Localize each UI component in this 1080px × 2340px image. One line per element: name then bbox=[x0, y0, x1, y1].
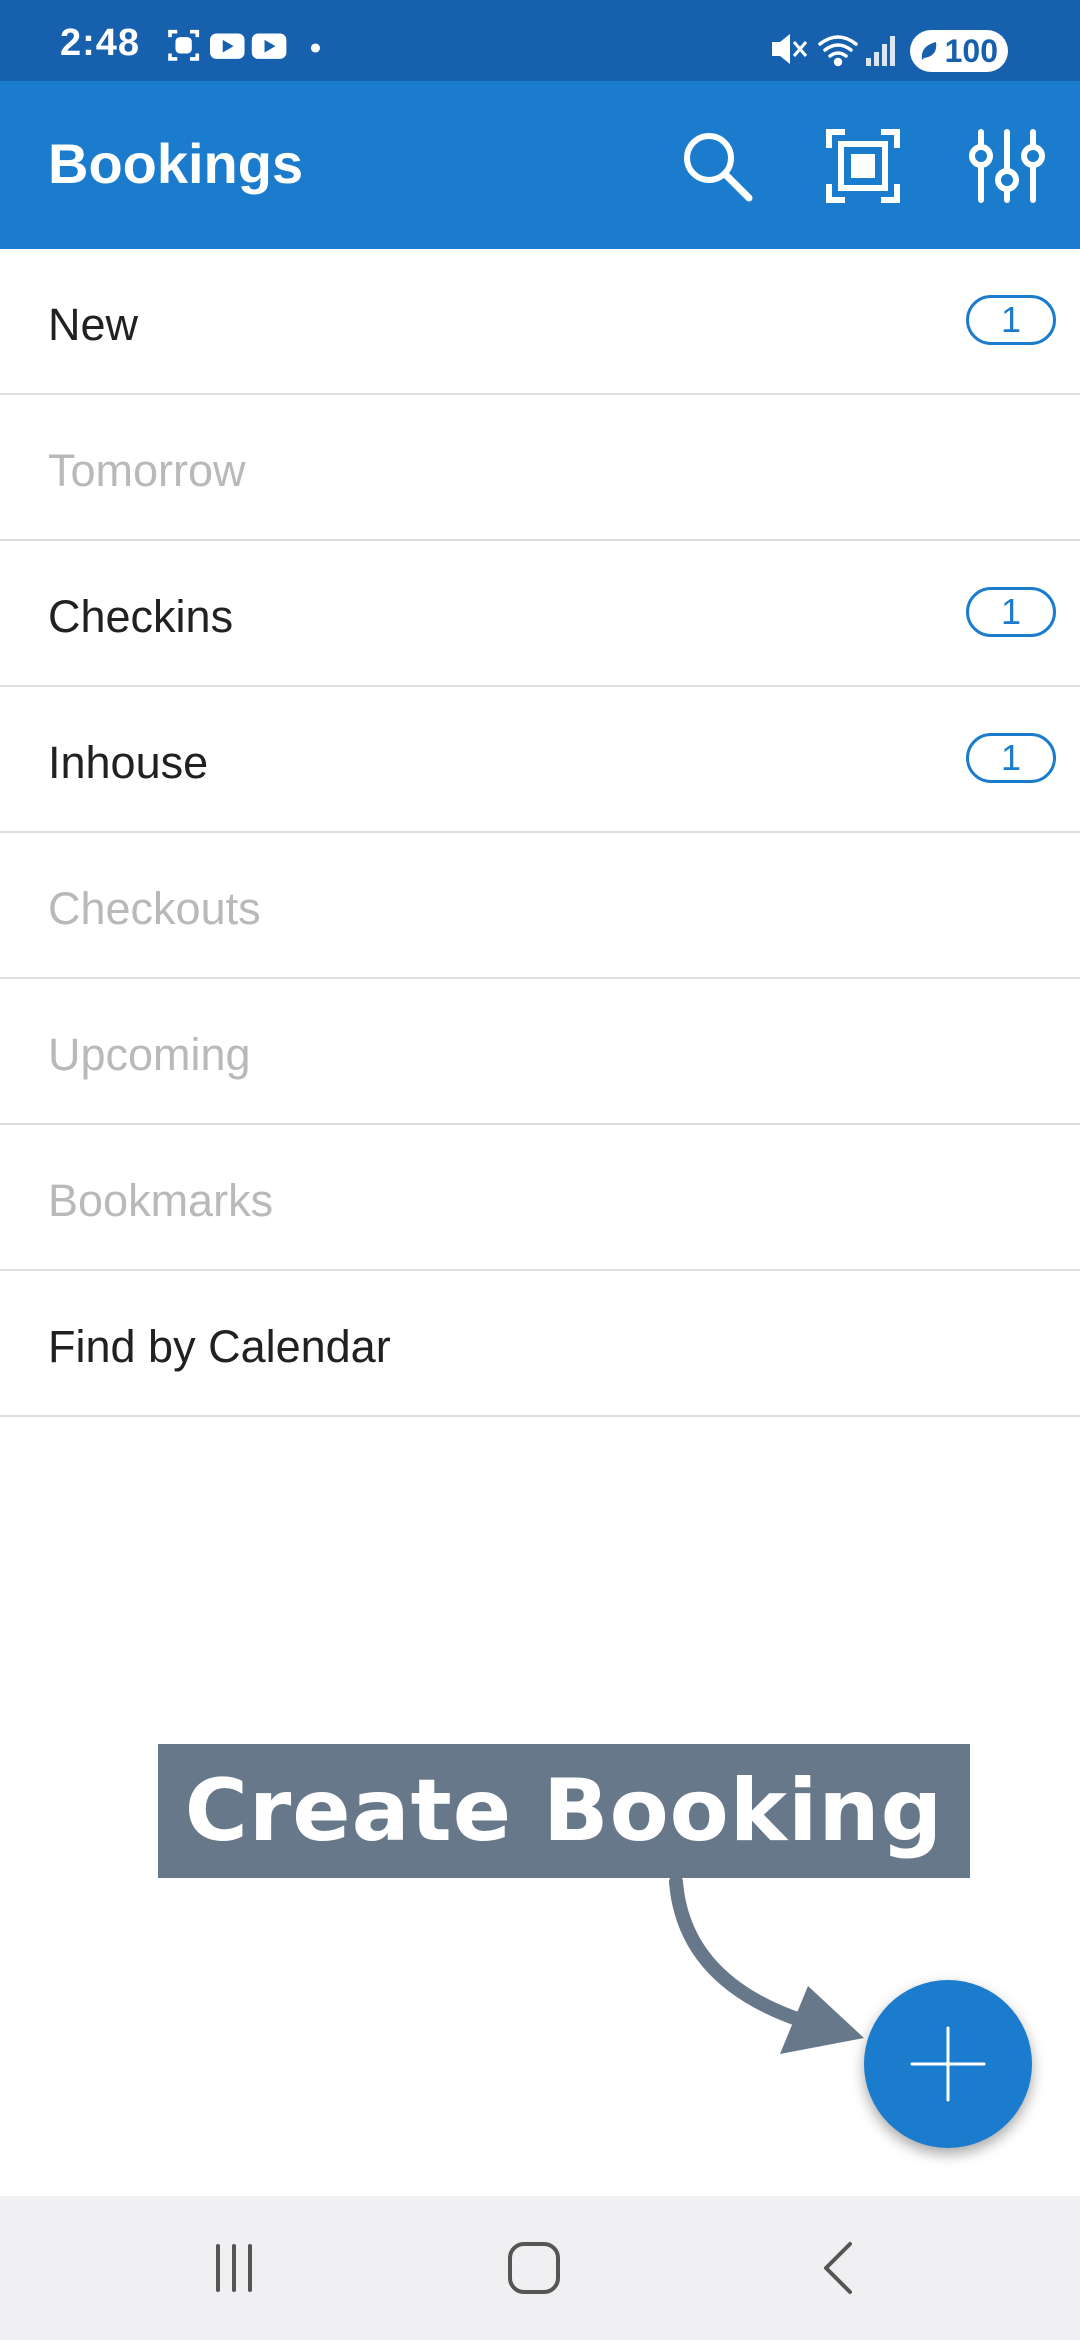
app-bar: Bookings bbox=[0, 81, 1080, 249]
list-item-checkins[interactable]: Checkins 1 bbox=[0, 541, 1080, 687]
list-item-label: Bookmarks bbox=[48, 1175, 274, 1226]
filter-sliders-icon bbox=[969, 129, 1045, 203]
signal-icon bbox=[866, 36, 895, 66]
list-item-label: New bbox=[48, 299, 139, 350]
list-item-inhouse[interactable]: Inhouse 1 bbox=[0, 687, 1080, 833]
dot-icon bbox=[310, 43, 320, 53]
list-item-checkouts: Checkouts bbox=[0, 833, 1080, 979]
back-button[interactable] bbox=[780, 2226, 900, 2310]
battery-saver-icon bbox=[921, 42, 937, 60]
mute-icon bbox=[772, 34, 808, 64]
bookings-list: New 1 Tomorrow Checkins 1 Inhouse 1 Chec… bbox=[0, 249, 1080, 1417]
recents-icon bbox=[216, 2244, 252, 2292]
page-title: Bookings bbox=[48, 132, 304, 195]
youtube-icon bbox=[251, 33, 287, 59]
youtube-icon bbox=[210, 33, 245, 59]
scan-icon bbox=[826, 129, 900, 203]
count-badge: 1 bbox=[966, 295, 1056, 345]
list-item-upcoming: Upcoming bbox=[0, 979, 1080, 1125]
home-icon bbox=[508, 2242, 560, 2294]
plus-icon bbox=[910, 2026, 986, 2102]
screenshot-icon bbox=[168, 29, 200, 61]
callout-arrow-icon bbox=[669, 1875, 864, 2054]
battery-level: 100 bbox=[944, 33, 998, 69]
filter-button[interactable] bbox=[962, 121, 1052, 211]
list-item-label: Checkouts bbox=[48, 883, 261, 934]
home-button[interactable] bbox=[474, 2226, 594, 2310]
create-booking-button[interactable] bbox=[864, 1980, 1032, 2148]
search-icon bbox=[684, 133, 753, 202]
list-item-label: Checkins bbox=[48, 591, 234, 642]
search-button[interactable] bbox=[672, 121, 762, 211]
scan-button[interactable] bbox=[818, 121, 908, 211]
list-item-find-by-calendar[interactable]: Find by Calendar bbox=[0, 1271, 1080, 1417]
back-icon bbox=[824, 2242, 852, 2294]
recents-button[interactable] bbox=[174, 2226, 294, 2310]
list-item-new[interactable]: New 1 bbox=[0, 249, 1080, 395]
list-item-tomorrow: Tomorrow bbox=[0, 395, 1080, 541]
battery-indicator: 100 bbox=[910, 30, 1008, 72]
list-item-label: Tomorrow bbox=[48, 445, 246, 496]
create-booking-callout: Create Booking bbox=[158, 1744, 970, 1878]
list-item-bookmarks: Bookmarks bbox=[0, 1125, 1080, 1271]
status-time: 2:48 bbox=[60, 22, 141, 64]
list-item-label: Find by Calendar bbox=[48, 1321, 391, 1372]
status-icons-left bbox=[168, 29, 320, 61]
count-badge: 1 bbox=[966, 587, 1056, 637]
system-nav-bar bbox=[0, 2196, 1080, 2340]
list-item-label: Upcoming bbox=[48, 1029, 251, 1080]
list-item-label: Inhouse bbox=[48, 737, 209, 788]
count-badge: 1 bbox=[966, 733, 1056, 783]
status-bar: 2:48 100 bbox=[0, 0, 1080, 81]
status-icons-right bbox=[772, 34, 895, 67]
wifi-icon bbox=[818, 35, 858, 67]
